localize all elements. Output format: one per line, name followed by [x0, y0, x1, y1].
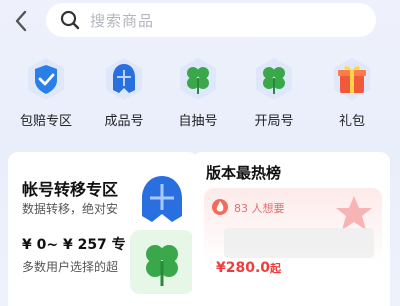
account-transfer-card[interactable]: 帐号转移专区 数据转移，绝对安 ¥ 0~ ¥ 257 专 多数用户选择的超: [8, 152, 198, 306]
card-subtitle: 数据转移，绝对安: [22, 202, 119, 216]
category-label: 自抽号: [178, 114, 218, 129]
knight-helmet-icon: [106, 58, 142, 100]
category-libao[interactable]: 礼包: [312, 56, 392, 129]
search-input[interactable]: 搜索商品: [90, 10, 154, 31]
blurred-listing-image: [224, 228, 374, 258]
search-icon: [60, 10, 80, 30]
card-title: 帐号转移专区: [22, 180, 119, 199]
card-title: 版本最热榜: [206, 164, 282, 182]
category-kaiju[interactable]: 开局号: [234, 56, 314, 129]
shield-check-icon: [28, 58, 64, 100]
category-zichou[interactable]: 自抽号: [158, 56, 238, 129]
hot-ranking-card[interactable]: 版本最热榜 83 人想要 ¥280.0起: [192, 152, 390, 306]
clover-icon: [180, 58, 216, 100]
category-label: 开局号: [254, 114, 294, 129]
gift-icon: [334, 58, 370, 100]
clover-icon: [256, 58, 292, 100]
category-chengpin[interactable]: 成品号: [84, 56, 164, 129]
search-bar[interactable]: 搜索商品: [46, 3, 376, 37]
category-label: 成品号: [104, 114, 144, 129]
knight-helmet-icon: [130, 170, 194, 234]
category-row: 包赔专区 成品号 自抽号 开局号 礼包: [0, 56, 400, 132]
top-bar: 搜索商品: [0, 0, 400, 42]
item-price: ¥280.0起: [216, 260, 282, 276]
back-button[interactable]: [10, 8, 32, 34]
ranking-item[interactable]: 83 人想要 ¥280.0起: [204, 188, 382, 296]
wanted-count: 83 人想要: [234, 202, 285, 215]
clover-icon: [130, 230, 194, 294]
category-label: 礼包: [338, 114, 365, 129]
price-range: ¥ 0~ ¥ 257 专: [22, 237, 126, 253]
card-subtitle-2: 多数用户选择的超: [22, 260, 119, 274]
category-baopei[interactable]: 包赔专区: [6, 56, 86, 129]
category-label: 包赔专区: [19, 114, 72, 129]
chevron-left-icon: [15, 10, 27, 32]
fire-icon: [212, 199, 228, 215]
